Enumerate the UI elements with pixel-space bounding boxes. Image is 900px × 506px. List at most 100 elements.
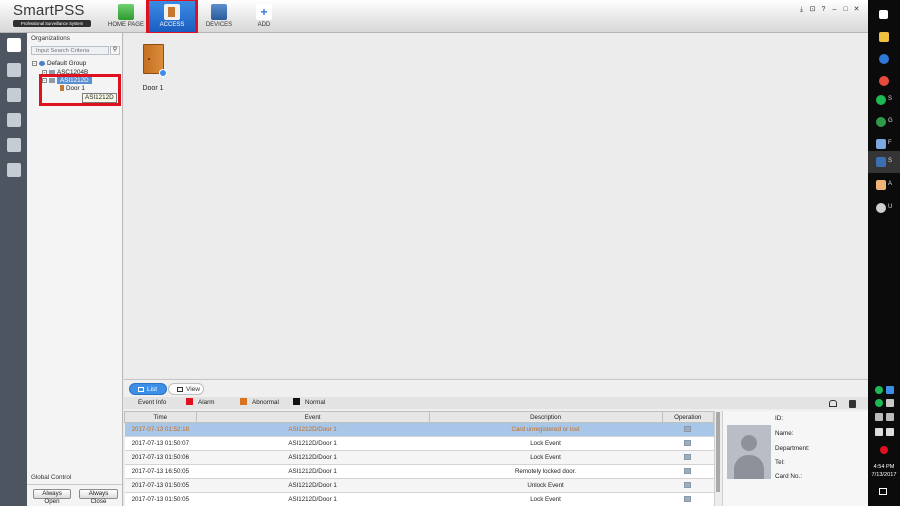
search-input[interactable]	[31, 46, 109, 55]
nav-add-button[interactable]: + ADD	[250, 2, 278, 32]
door-list-icon[interactable]	[7, 38, 21, 52]
column-header[interactable]: Event	[195, 411, 430, 423]
clock-date[interactable]: 7/13/2017	[868, 472, 900, 478]
top-toolbar: SmartPSS Professional Surveillance Syste…	[0, 0, 868, 35]
taskbar-app-6[interactable]: U	[868, 197, 900, 219]
cell-operation	[662, 422, 714, 437]
details-icon[interactable]	[684, 482, 692, 489]
unlock-icon[interactable]	[829, 400, 837, 407]
report-icon[interactable]	[7, 113, 21, 127]
event-legend: Event Info Alarm Abnormal Normal	[124, 397, 868, 409]
taskbar-app-label: S	[888, 158, 893, 164]
avatar-head	[741, 435, 757, 451]
always-close-button[interactable]: Always Close	[79, 489, 118, 505]
taskbar-edge[interactable]	[868, 48, 900, 70]
maximize-icon[interactable]: □	[840, 6, 851, 13]
taskbar-explorer[interactable]	[868, 26, 900, 48]
trash-icon[interactable]	[849, 400, 856, 408]
detail-card-label: Card No.:	[775, 473, 802, 480]
search-icon[interactable]: ⚲	[110, 46, 120, 55]
details-icon[interactable]	[684, 468, 692, 475]
user-settings-icon[interactable]	[7, 88, 21, 102]
tab-list-label: List	[147, 386, 158, 393]
taskbar-app-2[interactable]: G	[868, 111, 900, 133]
nav-home-page-button[interactable]: HOME PAGE	[106, 2, 146, 32]
bluetooth-icon[interactable]	[875, 413, 883, 421]
lock-screen-icon[interactable]: ⊡	[807, 5, 818, 13]
column-header[interactable]: Description	[428, 411, 663, 423]
cell-operation	[662, 436, 714, 451]
tab-view[interactable]: View	[168, 383, 204, 395]
monitor-icon[interactable]	[875, 428, 883, 436]
event-table: Time Event Description Operation 2017-07…	[124, 411, 715, 506]
abnormal-swatch	[240, 398, 247, 406]
app-tagline: Professional Surveillance System	[13, 20, 91, 27]
details-icon[interactable]	[684, 440, 692, 447]
nav-add-label: ADD	[257, 22, 271, 28]
taskbar-app-5[interactable]: A	[868, 174, 900, 196]
detail-id-label: ID:	[775, 415, 784, 422]
column-header[interactable]: Operation	[661, 411, 715, 423]
details-icon[interactable]	[684, 426, 692, 433]
table-row[interactable]: 2017-07-13 01:50:06 ASI1212D/Door 1 Lock…	[124, 450, 714, 465]
door-knob	[147, 58, 150, 60]
minimize-icon[interactable]: –	[829, 6, 840, 13]
taskbar-app-4[interactable]: S	[868, 151, 900, 173]
table-row[interactable]: 2017-07-13 01:52:18 ASI1212D/Door 1 Card…	[124, 422, 714, 437]
cell-event: ASI1212D/Door 1	[196, 492, 430, 506]
app-name: SmartPSS	[13, 2, 85, 19]
tray-spotify-icon[interactable]	[875, 386, 883, 394]
user-search-icon[interactable]	[7, 163, 21, 177]
table-row[interactable]: 2017-07-13 01:50:05 ASI1212D/Door 1 Unlo…	[124, 478, 714, 493]
details-icon[interactable]	[684, 454, 692, 461]
group-icon	[39, 60, 45, 66]
tab-list[interactable]: List	[129, 383, 167, 395]
door-name: Door 1	[142, 85, 164, 92]
tree-root-label: Default Group	[47, 60, 87, 67]
scrollbar-thumb[interactable]	[716, 412, 720, 492]
tray-steam-icon[interactable]	[886, 386, 894, 394]
detail-department-label: Department:	[775, 445, 810, 452]
download-icon[interactable]: ⤓	[796, 6, 807, 14]
status-badge	[158, 69, 167, 77]
tray-app-icon[interactable]	[875, 399, 883, 407]
table-row[interactable]: 2017-07-13 01:50:07 ASI1212D/Door 1 Lock…	[124, 436, 714, 451]
taskbar-app-label: F	[888, 140, 892, 146]
taskbar-app-label: A	[888, 181, 893, 187]
column-header[interactable]: Time	[124, 411, 197, 423]
legend-abnormal-label: Abnormal	[252, 399, 279, 406]
details-icon[interactable]	[684, 496, 692, 503]
action-center-icon[interactable]	[879, 488, 887, 495]
volume-icon[interactable]	[886, 428, 894, 436]
collapse-icon[interactable]: −	[32, 60, 37, 66]
normal-swatch	[293, 398, 300, 406]
door-tile[interactable]: Door 1	[138, 44, 168, 92]
network-icon[interactable]	[886, 413, 894, 421]
nav-access-button[interactable]: ACCESS	[146, 0, 198, 35]
table-row[interactable]: 2017-07-13 16:50:05 ASI1212D/Door 1 Remo…	[124, 464, 714, 479]
close-icon[interactable]: ✕	[851, 5, 862, 13]
tray-app-icon[interactable]	[886, 399, 894, 407]
taskbar-app-label: U	[888, 204, 893, 210]
clock-time[interactable]: 4:54 PM	[868, 464, 900, 470]
nav-devices-label: DEVICES	[205, 22, 233, 28]
security-icon[interactable]	[880, 446, 888, 454]
nav-access-label: ACCESS	[159, 22, 185, 28]
taskbar-app-1[interactable]: S	[868, 89, 900, 111]
nav-devices-button[interactable]: DEVICES	[200, 2, 238, 32]
organizations-title: Organizations	[31, 35, 70, 42]
always-open-button[interactable]: Always Open	[33, 489, 71, 505]
table-scrollbar[interactable]	[714, 411, 721, 506]
list-icon	[138, 386, 144, 392]
help-icon[interactable]: ?	[818, 6, 829, 13]
table-row[interactable]: 2017-07-13 01:50:05 ASI1212D/Door 1 Lock…	[124, 492, 714, 506]
personnel-card-icon[interactable]	[7, 63, 21, 77]
door-view-area: Door 1	[124, 33, 868, 378]
cell-operation	[662, 450, 714, 465]
clipboard-icon[interactable]	[7, 138, 21, 152]
cell-event: ASI1212D/Door 1	[196, 436, 430, 451]
start-button[interactable]	[868, 4, 900, 26]
tree-node-default-group[interactable]: − Default Group	[32, 60, 86, 67]
door-icon	[164, 4, 180, 20]
cell-time: 2017-07-13 01:50:07	[124, 436, 197, 451]
